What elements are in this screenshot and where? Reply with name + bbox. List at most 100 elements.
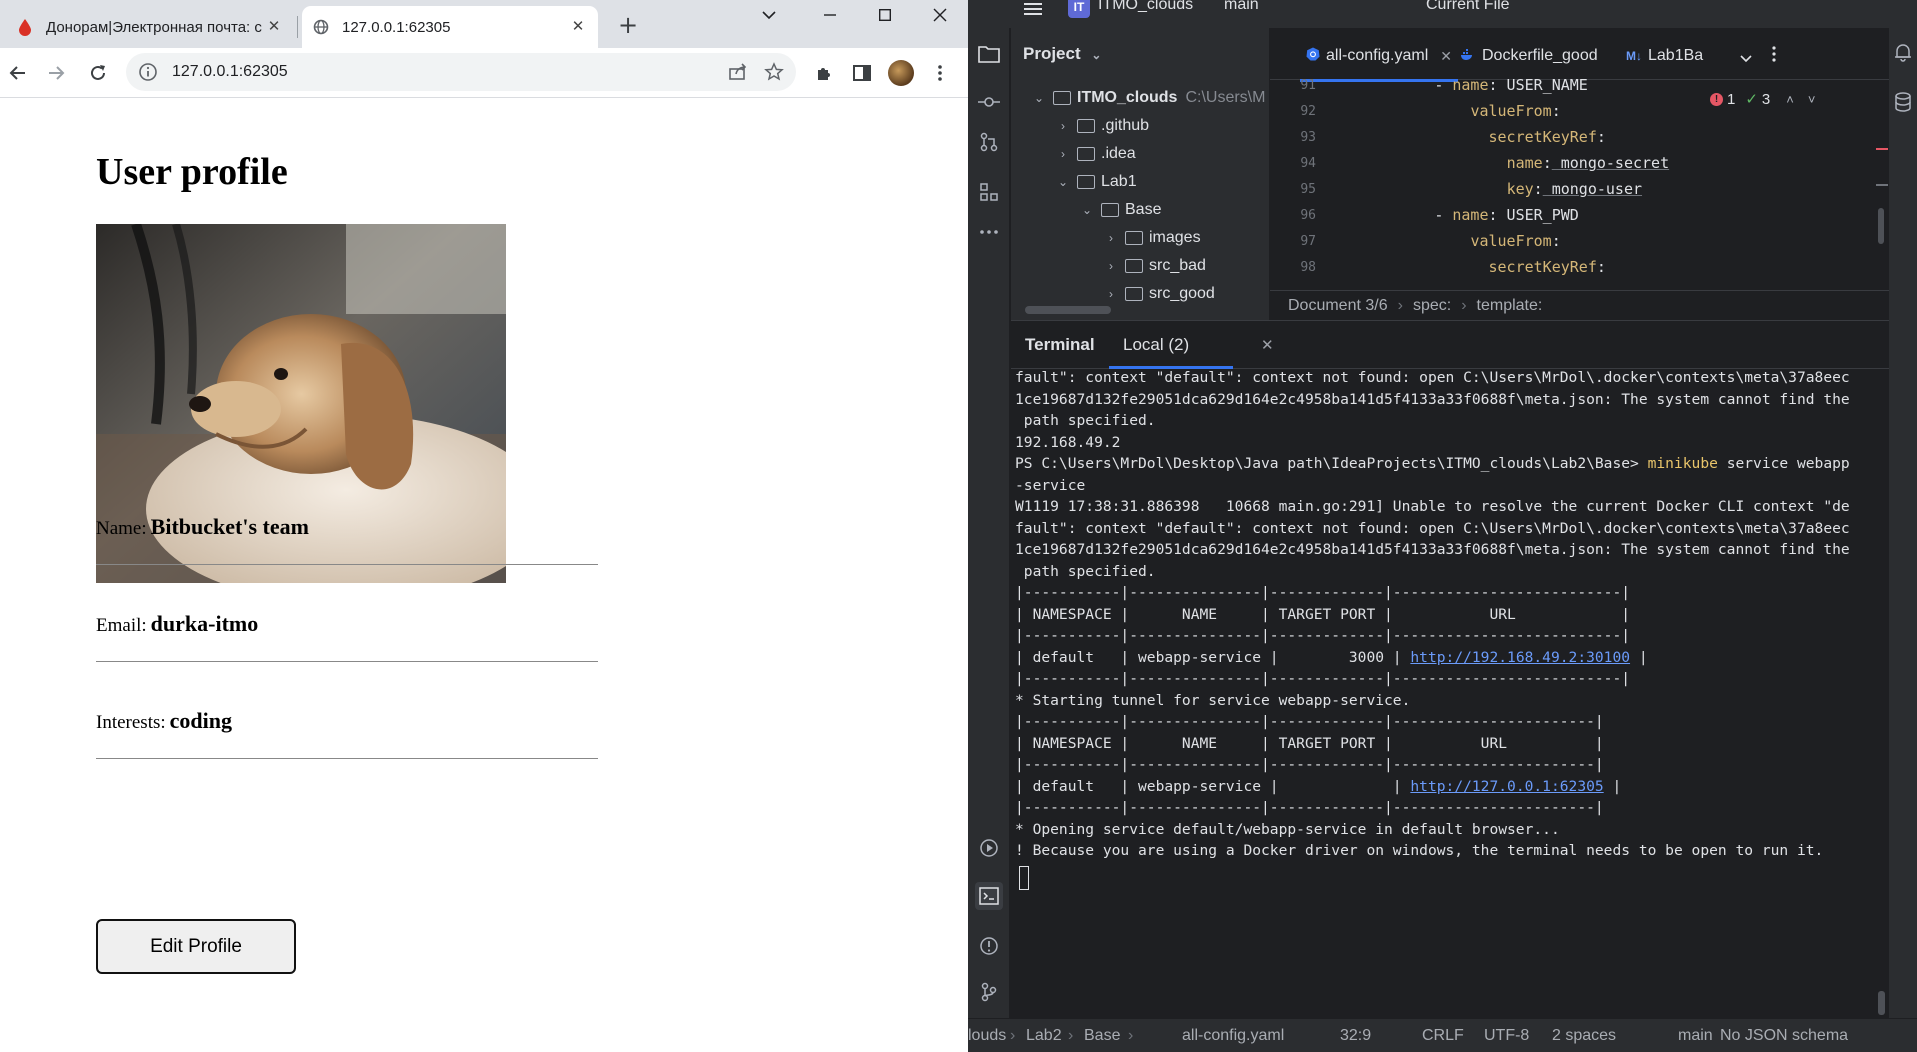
project-panel-header[interactable]: Project ⌄ xyxy=(1023,44,1101,64)
minimize-icon[interactable] xyxy=(807,0,853,30)
edit-profile-button[interactable]: Edit Profile xyxy=(96,919,296,974)
back-icon[interactable] xyxy=(4,59,32,87)
maximize-icon[interactable] xyxy=(862,0,908,30)
status-path-item[interactable]: Lab2 xyxy=(1026,1027,1062,1045)
name-label: Name: xyxy=(96,518,147,539)
browser-toolbar: 127.0.0.1:62305 xyxy=(0,48,968,98)
close-tab-icon[interactable]: ✕ xyxy=(1440,48,1452,65)
commit-icon[interactable] xyxy=(975,88,1003,116)
chevron-right-icon[interactable]: › xyxy=(1103,231,1119,245)
editor-breadcrumb: Document 3/6 › spec: › template: xyxy=(1270,290,1889,320)
tab-list-chevron-icon[interactable] xyxy=(1740,50,1752,68)
forward-icon[interactable] xyxy=(42,59,70,87)
profile-avatar[interactable] xyxy=(888,60,914,86)
tree-item-github[interactable]: › .github xyxy=(1055,112,1149,140)
line-number: 94 xyxy=(1300,156,1316,171)
chevron-right-icon[interactable]: › xyxy=(1055,147,1071,161)
url-text[interactable]: 127.0.0.1:62305 xyxy=(172,63,724,81)
tree-item-base[interactable]: ⌄ Base xyxy=(1079,196,1162,224)
indent-setting[interactable]: 2 spaces xyxy=(1552,1027,1616,1045)
pull-requests-icon[interactable] xyxy=(975,128,1003,156)
status-path-item[interactable]: louds xyxy=(968,1027,1006,1045)
interests-field: Interests: coding xyxy=(96,708,598,759)
chevron-right-icon[interactable]: › xyxy=(1103,259,1119,273)
close-terminal-tab-icon[interactable]: ✕ xyxy=(1261,336,1274,354)
hamburger-menu-icon[interactable] xyxy=(1024,2,1042,20)
chevron-down-icon[interactable]: ⌄ xyxy=(1055,175,1071,189)
terminal-output[interactable]: fault": context "default": context not f… xyxy=(1015,369,1885,1013)
terminal-link[interactable]: http://192.168.49.2:30100 xyxy=(1410,649,1630,666)
horizontal-scrollbar[interactable] xyxy=(1025,306,1111,314)
terminal-icon[interactable] xyxy=(975,882,1003,910)
side-panel-icon[interactable] xyxy=(848,59,876,87)
project-switcher[interactable]: ITMO_clouds xyxy=(1098,0,1193,14)
breadcrumb-item[interactable]: template: xyxy=(1477,297,1543,315)
site-info-icon[interactable] xyxy=(138,62,158,82)
address-bar[interactable]: 127.0.0.1:62305 xyxy=(126,53,796,91)
code-line: - name: USER_NAME xyxy=(1434,76,1588,94)
close-tab-icon[interactable]: ✕ xyxy=(568,17,588,37)
yaml-value: USER_PWD xyxy=(1497,206,1579,224)
tab-search-icon[interactable] xyxy=(746,0,792,30)
tree-item-src-good[interactable]: › src_good xyxy=(1103,280,1215,308)
file-encoding[interactable]: UTF-8 xyxy=(1484,1027,1529,1045)
more-options-icon[interactable] xyxy=(1772,46,1776,67)
branch-switcher[interactable]: main xyxy=(1224,0,1259,14)
kubernetes-icon xyxy=(1306,47,1320,66)
line-number: 91 xyxy=(1300,78,1316,93)
code-line: secretKeyRef: xyxy=(1488,258,1606,276)
more-tools-icon[interactable] xyxy=(975,218,1003,246)
notifications-icon[interactable] xyxy=(1893,42,1913,67)
terminal-scrollbar[interactable] xyxy=(1878,991,1885,1015)
new-tab-button[interactable]: + xyxy=(614,12,642,40)
terminal-tab-local[interactable]: Local (2) xyxy=(1108,335,1234,369)
yaml-value: mongo-secret xyxy=(1551,154,1670,172)
status-branch[interactable]: main xyxy=(1678,1027,1713,1045)
run-config-selector[interactable]: Current File xyxy=(1426,0,1510,14)
browser-tab-localhost[interactable]: 127.0.0.1:62305 ✕ xyxy=(302,6,598,48)
close-window-icon[interactable] xyxy=(917,0,963,30)
status-path-item[interactable]: Base xyxy=(1084,1027,1120,1045)
close-tab-icon[interactable]: ✕ xyxy=(264,17,284,37)
bookmark-star-icon[interactable] xyxy=(760,58,788,86)
chevron-right-icon[interactable]: › xyxy=(1103,287,1119,301)
right-tool-strip xyxy=(1889,28,1917,1018)
json-schema[interactable]: No JSON schema xyxy=(1720,1027,1848,1045)
git-icon[interactable] xyxy=(975,978,1003,1006)
project-folder-icon[interactable] xyxy=(975,40,1003,68)
problems-icon[interactable] xyxy=(975,932,1003,960)
terminal-link[interactable]: http://127.0.0.1:62305 xyxy=(1410,778,1603,795)
structure-icon[interactable] xyxy=(975,178,1003,206)
tree-item-images[interactable]: › images xyxy=(1103,224,1201,252)
editor-tab-dockerfile[interactable]: Dockerfile_good xyxy=(1460,42,1598,70)
caret-position[interactable]: 32:9 xyxy=(1340,1027,1371,1045)
chevron-down-icon[interactable]: ⌄ xyxy=(1079,203,1095,217)
folder-icon xyxy=(1101,203,1119,217)
database-icon[interactable] xyxy=(1894,92,1912,117)
terminal-cursor[interactable] xyxy=(1019,865,1029,890)
project-badge-icon: IT xyxy=(1068,0,1090,18)
editor-tab-lab1[interactable]: M↓ Lab1Ba xyxy=(1626,42,1728,70)
breadcrumb-item[interactable]: spec: xyxy=(1413,297,1451,315)
share-icon[interactable] xyxy=(724,58,752,86)
chevron-right-icon[interactable]: › xyxy=(1055,119,1071,133)
editor-tab-all-config[interactable]: all-config.yaml ✕ xyxy=(1300,42,1458,82)
code-area[interactable]: 91 92 93 94 95 96 97 98 - name: USER_NAM… xyxy=(1270,76,1889,290)
tree-item-root[interactable]: ⌄ ITMO_clouds C:\Users\M xyxy=(1031,84,1265,112)
extensions-icon[interactable] xyxy=(810,59,838,87)
tree-item-lab1[interactable]: ⌄ Lab1 xyxy=(1055,168,1137,196)
tab-separator xyxy=(297,16,298,38)
services-icon[interactable] xyxy=(975,834,1003,862)
status-path-file[interactable]: all-config.yaml xyxy=(1182,1027,1284,1045)
more-menu-icon[interactable] xyxy=(926,59,954,87)
markdown-icon: M↓ xyxy=(1626,49,1642,63)
terminal-line: PS C:\Users\MrDol\Desktop\Java path\Idea… xyxy=(1015,455,1850,472)
line-ending[interactable]: CRLF xyxy=(1422,1027,1464,1045)
tree-item-idea[interactable]: › .idea xyxy=(1055,140,1136,168)
browser-tab-mail[interactable]: Донорам|Электронная почта: с ✕ xyxy=(6,6,294,48)
editor-scrollbar[interactable] xyxy=(1878,208,1884,244)
tree-item-src-bad[interactable]: › src_bad xyxy=(1103,252,1206,280)
breadcrumb-item[interactable]: Document 3/6 xyxy=(1288,297,1388,315)
chevron-down-icon[interactable]: ⌄ xyxy=(1031,91,1047,105)
reload-icon[interactable] xyxy=(84,59,112,87)
